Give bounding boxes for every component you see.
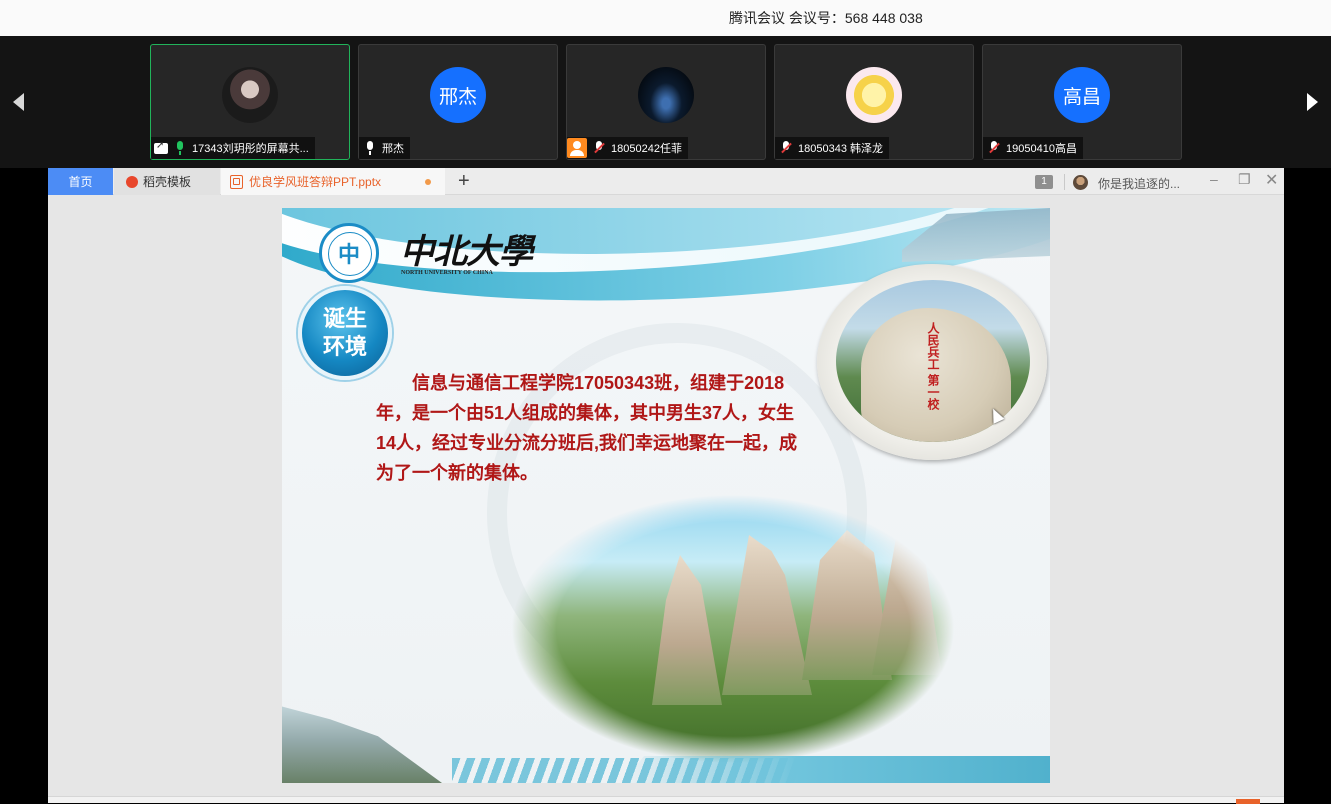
mountain-peak — [652, 555, 722, 705]
new-tab-plus-icon[interactable]: + — [458, 170, 470, 193]
badge-line-1: 诞生 — [322, 306, 367, 332]
avatar — [638, 67, 694, 123]
screen-share-icon — [154, 140, 168, 154]
participant-name: 邢杰 — [382, 143, 404, 155]
ppt-file-icon — [230, 174, 243, 189]
participant-name-bar: 18050343 韩泽龙 — [775, 137, 889, 159]
corner-mountain-image — [282, 706, 442, 783]
user-name[interactable]: 你是我追逐的... — [1098, 175, 1180, 192]
mic-icon — [362, 140, 378, 156]
mic-muted-icon — [986, 140, 1002, 156]
mountain-peak — [872, 515, 942, 675]
mountain-photo — [512, 495, 954, 763]
close-icon[interactable]: ✕ — [1265, 170, 1278, 190]
mic-on-icon — [172, 140, 188, 156]
wps-tab-bar: 首页 稻壳模板 优良学风班答辩PPT.pptx + 1 你是我追逐的... – … — [48, 168, 1284, 195]
section-badge: 诞生 环境 — [298, 286, 392, 380]
meeting-title-bar: 腾讯会议 会议号：568 448 038 — [0, 0, 1331, 36]
participant-tile[interactable]: 高昌 19050410高昌 — [982, 44, 1182, 160]
mountain-peak — [722, 535, 812, 695]
next-page-arrow-icon[interactable] — [1307, 93, 1318, 111]
university-name-en: NORTH UNIVERSITY OF CHINA — [401, 270, 493, 276]
participant-strip: 17343刘玥彤的屏幕共... 邢杰 邢杰 18050242任菲 1805034… — [0, 36, 1331, 168]
participant-tile[interactable]: 17343刘玥彤的屏幕共... — [150, 44, 350, 160]
tab-home-label: 首页 — [68, 175, 93, 189]
university-name-cn: 中北大學 — [400, 232, 533, 272]
avatar — [846, 67, 902, 123]
mic-muted-icon — [778, 140, 794, 156]
mic-muted-icon — [591, 140, 607, 156]
person-icon — [567, 138, 587, 158]
participant-name: 18050242任菲 — [611, 143, 682, 155]
restore-icon[interactable]: ❐ — [1238, 171, 1251, 188]
tab-document-label: 优良学风班答辩PPT.pptx — [249, 175, 382, 189]
window-count-badge[interactable]: 1 — [1035, 175, 1053, 189]
tab-home[interactable]: 首页 — [48, 168, 113, 195]
participant-name: 18050343 韩泽龙 — [798, 143, 883, 155]
tab-daoke-templates[interactable]: 稻壳模板 — [114, 168, 220, 195]
shared-screen-wps-window: 首页 稻壳模板 优良学风班答辩PPT.pptx + 1 你是我追逐的... – … — [48, 168, 1284, 804]
meeting-title: 腾讯会议 会议号：568 448 038 — [729, 10, 923, 26]
participant-name: 19050410高昌 — [1006, 143, 1077, 155]
wps-status-bar — [48, 796, 1284, 804]
participant-tile[interactable]: 18050242任菲 — [566, 44, 766, 160]
badge-line-2: 环境 — [322, 334, 367, 360]
decorative-stripe-bar — [622, 756, 1050, 783]
avatar: 邢杰 — [430, 67, 486, 123]
user-avatar[interactable] — [1073, 175, 1088, 190]
participant-name-bar: 17343刘玥彤的屏幕共... — [151, 137, 315, 159]
daoke-logo-icon — [126, 175, 138, 188]
minimize-icon[interactable]: – — [1210, 171, 1218, 187]
participant-name-bar: 18050242任菲 — [567, 137, 688, 159]
avatar — [222, 67, 278, 123]
participant-name-bar: 19050410高昌 — [983, 137, 1083, 159]
participant-tile[interactable]: 18050343 韩泽龙 — [774, 44, 974, 160]
status-indicator — [1236, 799, 1260, 804]
rock-inscription: 人民兵工 第一校 — [926, 322, 940, 411]
university-logo: 中 — [319, 223, 379, 283]
presentation-slide: 中 中北大學 NORTH UNIVERSITY OF CHINA 诞生 环境 信… — [282, 208, 1050, 783]
tab-daoke-label: 稻壳模板 — [143, 175, 192, 189]
participant-name: 17343刘玥彤的屏幕共... — [192, 143, 309, 155]
tab-document[interactable]: 优良学风班答辩PPT.pptx — [221, 168, 445, 195]
prev-page-arrow-icon[interactable] — [13, 93, 24, 111]
avatar: 高昌 — [1054, 67, 1110, 123]
participant-tile[interactable]: 邢杰 邢杰 — [358, 44, 558, 160]
participant-name-bar: 邢杰 — [359, 137, 410, 159]
unsaved-dot-icon — [425, 179, 431, 185]
slide-body-text: 信息与通信工程学院17050343班，组建于2018年，是一个由51人组成的集体… — [376, 373, 798, 483]
divider — [1064, 174, 1065, 190]
